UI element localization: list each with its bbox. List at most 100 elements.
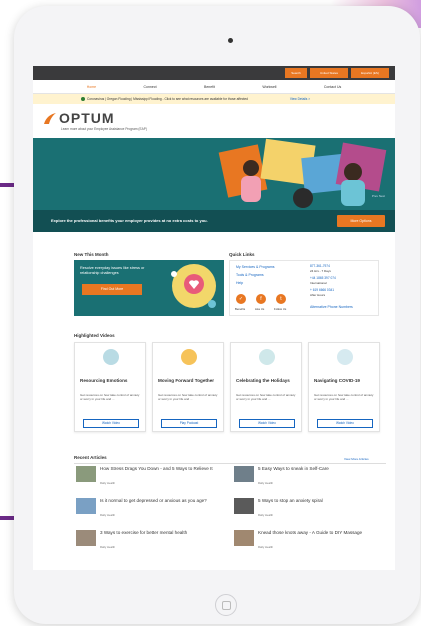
article-item[interactable]: 3 Ways to exercise for better mental hea… bbox=[76, 530, 226, 552]
article-title[interactable]: 3 Ways to exercise for better mental hea… bbox=[100, 530, 226, 535]
article-title[interactable]: Knead those knots away - A Guide to DIY … bbox=[258, 530, 384, 535]
article-item[interactable]: How Stress Drags You Down - and 5 Ways t… bbox=[76, 466, 226, 488]
nav-home[interactable]: Home bbox=[87, 85, 96, 89]
video-desc: Get resources on how take control of anx… bbox=[236, 393, 296, 401]
article-item[interactable]: 5 Ways to stop an anxiety spiral Rally H… bbox=[234, 498, 384, 520]
video-card: Navigating COVID-19 Get resources on how… bbox=[308, 342, 380, 432]
video-title: Moving Forward Together bbox=[158, 378, 215, 383]
heart-icon bbox=[337, 349, 353, 365]
alt-phone-link[interactable]: Alternative Phone Numbers bbox=[310, 305, 353, 309]
article-title[interactable]: How Stress Drags You Down - and 5 Ways t… bbox=[100, 466, 226, 471]
view-more-articles-link[interactable]: View More Articles bbox=[344, 457, 369, 461]
quick-links-box: My Services & Programs Tools & Programs … bbox=[229, 260, 379, 316]
video-card: Celebrating the Holidays Get resources o… bbox=[230, 342, 302, 432]
alert-bar: Coronavirus | Oregon Flooding | Mississi… bbox=[33, 94, 395, 104]
nav-workwell[interactable]: Workwell bbox=[262, 85, 276, 89]
brand-header: OPTUM Learn more about your Employee Ass… bbox=[33, 104, 395, 138]
find-out-more-button[interactable]: Find Out More bbox=[82, 284, 142, 295]
watch-video-button[interactable]: Watch Video bbox=[83, 419, 139, 428]
emotion-icon bbox=[103, 349, 119, 365]
video-card: Moving Forward Together Get resources on… bbox=[152, 342, 224, 432]
utility-bar: Search United States Español (ES) bbox=[33, 66, 395, 80]
phone-number-2[interactable]: +44 1865 397 074 bbox=[310, 276, 336, 280]
article-title[interactable]: 5 Ways to stop an anxiety spiral bbox=[258, 498, 384, 503]
hero-image: Prev Next bbox=[33, 138, 395, 210]
new-this-month-card: Resolve everyday issues like stress or r… bbox=[74, 260, 224, 316]
hero-illustration bbox=[218, 138, 387, 208]
benefits-label: Benefits bbox=[235, 307, 246, 311]
alert-details-link[interactable]: View Details > bbox=[290, 97, 310, 101]
article-item[interactable]: Knead those knots away - A Guide to DIY … bbox=[234, 530, 384, 552]
tablet-screen: Search United States Español (ES) Home C… bbox=[33, 66, 395, 570]
article-source: Rally Health bbox=[258, 481, 274, 485]
nav-connect[interactable]: Connect bbox=[144, 85, 157, 89]
article-title[interactable]: Is it normal to get depressed or anxious… bbox=[100, 498, 226, 503]
article-source: Rally Health bbox=[100, 513, 116, 517]
article-source: Rally Health bbox=[258, 513, 274, 517]
phone-sub-1: 24 Hrs - 7 Days bbox=[310, 269, 331, 273]
quick-link-tools[interactable]: Tools & Programs bbox=[236, 273, 264, 277]
watch-video-button[interactable]: Watch Video bbox=[239, 419, 295, 428]
phone-number-3[interactable]: + 619 6666 0341 bbox=[310, 288, 334, 292]
follow-us-icon[interactable]: t bbox=[276, 294, 286, 304]
video-desc: Get resources on how take control of anx… bbox=[314, 393, 374, 401]
search-button[interactable]: Search bbox=[285, 68, 307, 78]
video-desc: Get resources on how take control of anx… bbox=[158, 393, 218, 401]
quick-link-services[interactable]: My Services & Programs bbox=[236, 265, 275, 269]
play-podcast-button[interactable]: Play Podcast bbox=[161, 419, 217, 428]
left-accent-bar-lower bbox=[0, 516, 14, 520]
main-nav: Home Connect Benefit Workwell Contact Us bbox=[33, 80, 395, 94]
phone-sub-3: After Hours bbox=[310, 293, 326, 297]
article-source: Rally Health bbox=[100, 545, 116, 549]
divider bbox=[74, 463, 386, 464]
podcast-icon bbox=[181, 349, 197, 365]
article-thumbnail bbox=[76, 530, 96, 546]
quick-link-help[interactable]: Help bbox=[236, 281, 243, 285]
article-title[interactable]: 5 Easy Ways to sneak in Self-Care bbox=[258, 466, 384, 471]
article-thumbnail bbox=[234, 466, 254, 482]
video-card: Resourcing Emotions Get resources on how… bbox=[74, 342, 146, 432]
new-this-month-title: New This Month bbox=[74, 252, 109, 257]
language-button[interactable]: Español (ES) bbox=[351, 68, 389, 78]
country-button[interactable]: United States bbox=[310, 68, 348, 78]
phone-number-1[interactable]: 877-361-7974 bbox=[310, 264, 330, 268]
brand-logo-text[interactable]: OPTUM bbox=[59, 110, 115, 126]
alert-icon bbox=[81, 97, 85, 101]
video-title: Resourcing Emotions bbox=[80, 378, 128, 383]
phone-sub-2: International bbox=[310, 281, 327, 285]
alert-text: Coronavirus | Oregon Flooding | Mississi… bbox=[87, 97, 248, 101]
banner-text: Explore the professional benefits your e… bbox=[51, 218, 208, 223]
holiday-icon bbox=[259, 349, 275, 365]
article-item[interactable]: 5 Easy Ways to sneak in Self-Care Rally … bbox=[234, 466, 384, 488]
optum-logo-icon bbox=[44, 113, 56, 124]
video-title: Celebrating the Holidays bbox=[236, 378, 290, 383]
hero-pager[interactable]: Prev Next bbox=[372, 194, 385, 198]
video-title: Navigating COVID-19 bbox=[314, 378, 360, 383]
article-thumbnail bbox=[76, 466, 96, 482]
recent-articles-title: Recent Articles bbox=[74, 455, 107, 460]
article-source: Rally Health bbox=[258, 545, 274, 549]
benefits-icon[interactable]: ✓ bbox=[236, 294, 246, 304]
like-us-label: Like Us bbox=[255, 307, 265, 311]
more-options-button[interactable]: More Options bbox=[337, 215, 385, 227]
brand-tagline: Learn more about your Employee Assistanc… bbox=[61, 127, 147, 131]
like-us-icon[interactable]: f bbox=[256, 294, 266, 304]
video-desc: Get resources on how take control of anx… bbox=[80, 393, 140, 401]
article-item[interactable]: Is it normal to get depressed or anxious… bbox=[76, 498, 226, 520]
article-thumbnail bbox=[234, 498, 254, 514]
new-this-month-illustration bbox=[171, 264, 216, 308]
highlighted-videos-title: Highlighted Videos bbox=[74, 333, 115, 338]
quick-links-title: Quick Links bbox=[229, 252, 255, 257]
article-source: Rally Health bbox=[100, 481, 116, 485]
follow-us-label: Follow Us bbox=[274, 307, 287, 311]
left-accent-bar bbox=[0, 183, 14, 187]
nav-benefit[interactable]: Benefit bbox=[204, 85, 215, 89]
hero-banner: Explore the professional benefits your e… bbox=[33, 210, 395, 232]
nav-contact-us[interactable]: Contact Us bbox=[324, 85, 341, 89]
article-thumbnail bbox=[234, 530, 254, 546]
watch-video-button[interactable]: Watch Video bbox=[317, 419, 373, 428]
new-this-month-text: Resolve everyday issues like stress or r… bbox=[80, 266, 145, 275]
article-thumbnail bbox=[76, 498, 96, 514]
home-button[interactable] bbox=[215, 594, 237, 616]
camera-icon bbox=[228, 38, 233, 43]
